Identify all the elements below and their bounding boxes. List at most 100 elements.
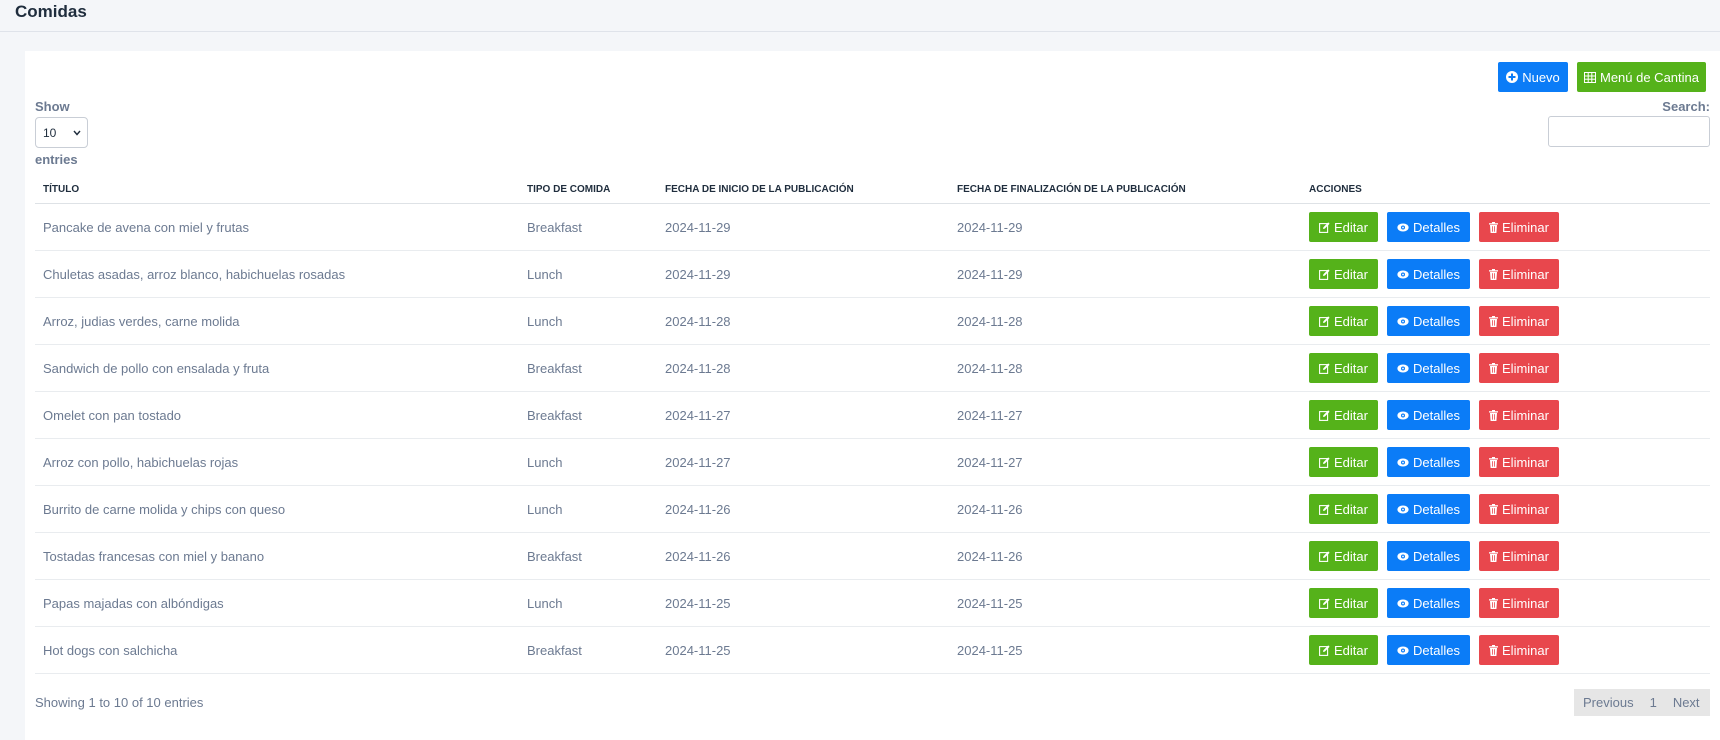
delete-button[interactable]: Eliminar [1479, 212, 1559, 242]
edit-button-label: Editar [1334, 548, 1368, 564]
new-button[interactable]: Nuevo [1498, 62, 1568, 92]
table-row: Arroz con pollo, habichuelas rojas Lunch… [35, 439, 1710, 486]
delete-button-label: Eliminar [1502, 595, 1549, 611]
row-actions: Editar Detalles Eliminar [1309, 635, 1559, 665]
row-actions: Editar Detalles Eliminar [1309, 588, 1559, 618]
entries-length-value: 10 [43, 125, 57, 140]
details-button[interactable]: Detalles [1387, 588, 1470, 618]
table-row: Papas majadas con albóndigas Lunch 2024-… [35, 580, 1710, 627]
column-header-start-date[interactable]: FECHA DE INICIO DE LA PUBLICACIÓN [665, 184, 854, 195]
eye-icon [1397, 552, 1409, 560]
table-row: Burrito de carne molida y chips con ques… [35, 486, 1710, 533]
start-date-cell: 2024-11-28 [665, 314, 731, 329]
details-button-label: Detalles [1413, 454, 1460, 470]
row-actions: Editar Detalles Eliminar [1309, 306, 1559, 336]
table-info: Showing 1 to 10 of 10 entries [35, 695, 204, 710]
edit-button-label: Editar [1334, 219, 1368, 235]
table-row: Tostadas francesas con miel y banano Bre… [35, 533, 1710, 580]
details-button-label: Detalles [1413, 360, 1460, 376]
row-actions: Editar Detalles Eliminar [1309, 259, 1559, 289]
meal-title-cell: Sandwich de pollo con ensalada y fruta [43, 361, 270, 376]
edit-button-label: Editar [1334, 313, 1368, 329]
search-input[interactable] [1548, 116, 1710, 147]
meal-type-cell: Lunch [527, 502, 563, 517]
entries-length-select[interactable]: 10 [35, 117, 88, 148]
table-row: Omelet con pan tostado Breakfast 2024-11… [35, 392, 1710, 439]
end-date-cell: 2024-11-26 [957, 549, 1023, 564]
meal-title-cell: Chuletas asadas, arroz blanco, habichuel… [43, 267, 346, 282]
delete-button[interactable]: Eliminar [1479, 494, 1559, 524]
details-button[interactable]: Detalles [1387, 494, 1470, 524]
meal-title-cell: Arroz con pollo, habichuelas rojas [43, 455, 239, 470]
edit-button-label: Editar [1334, 454, 1368, 470]
edit-button[interactable]: Editar [1309, 447, 1378, 477]
details-button[interactable]: Detalles [1387, 400, 1470, 430]
delete-button[interactable]: Eliminar [1479, 588, 1559, 618]
edit-button[interactable]: Editar [1309, 541, 1378, 571]
meal-type-cell: Lunch [527, 596, 563, 611]
delete-button[interactable]: Eliminar [1479, 541, 1559, 571]
delete-button[interactable]: Eliminar [1479, 306, 1559, 336]
delete-button[interactable]: Eliminar [1479, 259, 1559, 289]
meal-type-cell: Lunch [527, 455, 563, 470]
column-header-end-date[interactable]: FECHA DE FINALIZACIÓN DE LA PUBLICACIÓN [957, 184, 1186, 195]
meal-title-cell: Omelet con pan tostado [43, 408, 182, 423]
details-button[interactable]: Detalles [1387, 306, 1470, 336]
page-header: Comidas [0, 0, 1720, 32]
details-button-label: Detalles [1413, 219, 1460, 235]
edit-icon [1319, 550, 1330, 562]
details-button[interactable]: Detalles [1387, 447, 1470, 477]
search-label: Search: [1662, 99, 1710, 114]
delete-button-label: Eliminar [1502, 642, 1549, 658]
delete-button[interactable]: Eliminar [1479, 635, 1559, 665]
trash-icon [1489, 597, 1499, 609]
delete-button[interactable]: Eliminar [1479, 447, 1559, 477]
cantina-menu-button[interactable]: Menú de Cantina [1577, 62, 1706, 92]
edit-icon [1319, 268, 1330, 280]
delete-button-label: Eliminar [1502, 407, 1549, 423]
eye-icon [1397, 364, 1409, 372]
edit-button[interactable]: Editar [1309, 494, 1378, 524]
start-date-cell: 2024-11-27 [665, 455, 731, 470]
details-button[interactable]: Detalles [1387, 212, 1470, 242]
trash-icon [1489, 362, 1499, 374]
column-header-meal-type[interactable]: TIPO DE COMIDA [527, 184, 610, 195]
start-date-cell: 2024-11-27 [665, 408, 731, 423]
end-date-cell: 2024-11-26 [957, 502, 1023, 517]
next-page-button[interactable]: Next [1665, 695, 1708, 710]
table-row: Hot dogs con salchicha Breakfast 2024-11… [35, 627, 1710, 674]
edit-button[interactable]: Editar [1309, 635, 1378, 665]
details-button[interactable]: Detalles [1387, 353, 1470, 383]
edit-icon [1319, 597, 1330, 609]
meal-type-cell: Lunch [527, 267, 563, 282]
trash-icon [1489, 221, 1499, 233]
trash-icon [1489, 644, 1499, 656]
previous-page-button[interactable]: Previous [1574, 695, 1642, 710]
edit-button[interactable]: Editar [1309, 588, 1378, 618]
eye-icon [1397, 411, 1409, 419]
trash-icon [1489, 315, 1499, 327]
delete-button-label: Eliminar [1502, 548, 1549, 564]
eye-icon [1397, 458, 1409, 466]
delete-button[interactable]: Eliminar [1479, 400, 1559, 430]
details-button[interactable]: Detalles [1387, 541, 1470, 571]
edit-button[interactable]: Editar [1309, 212, 1378, 242]
delete-button[interactable]: Eliminar [1479, 353, 1559, 383]
edit-button[interactable]: Editar [1309, 353, 1378, 383]
table-header: TÍTULO TIPO DE COMIDA FECHA DE INICIO DE… [35, 176, 1710, 204]
details-button[interactable]: Detalles [1387, 635, 1470, 665]
end-date-cell: 2024-11-27 [957, 455, 1023, 470]
details-button-label: Detalles [1413, 313, 1460, 329]
edit-button-label: Editar [1334, 407, 1368, 423]
details-button[interactable]: Detalles [1387, 259, 1470, 289]
edit-button[interactable]: Editar [1309, 400, 1378, 430]
edit-button[interactable]: Editar [1309, 306, 1378, 336]
edit-button[interactable]: Editar [1309, 259, 1378, 289]
end-date-cell: 2024-11-28 [957, 314, 1023, 329]
column-header-title[interactable]: TÍTULO [43, 184, 79, 195]
delete-button-label: Eliminar [1502, 454, 1549, 470]
table-row: Pancake de avena con miel y frutas Break… [35, 204, 1710, 251]
page-1-button[interactable]: 1 [1642, 695, 1665, 710]
edit-button-label: Editar [1334, 360, 1368, 376]
end-date-cell: 2024-11-27 [957, 408, 1023, 423]
